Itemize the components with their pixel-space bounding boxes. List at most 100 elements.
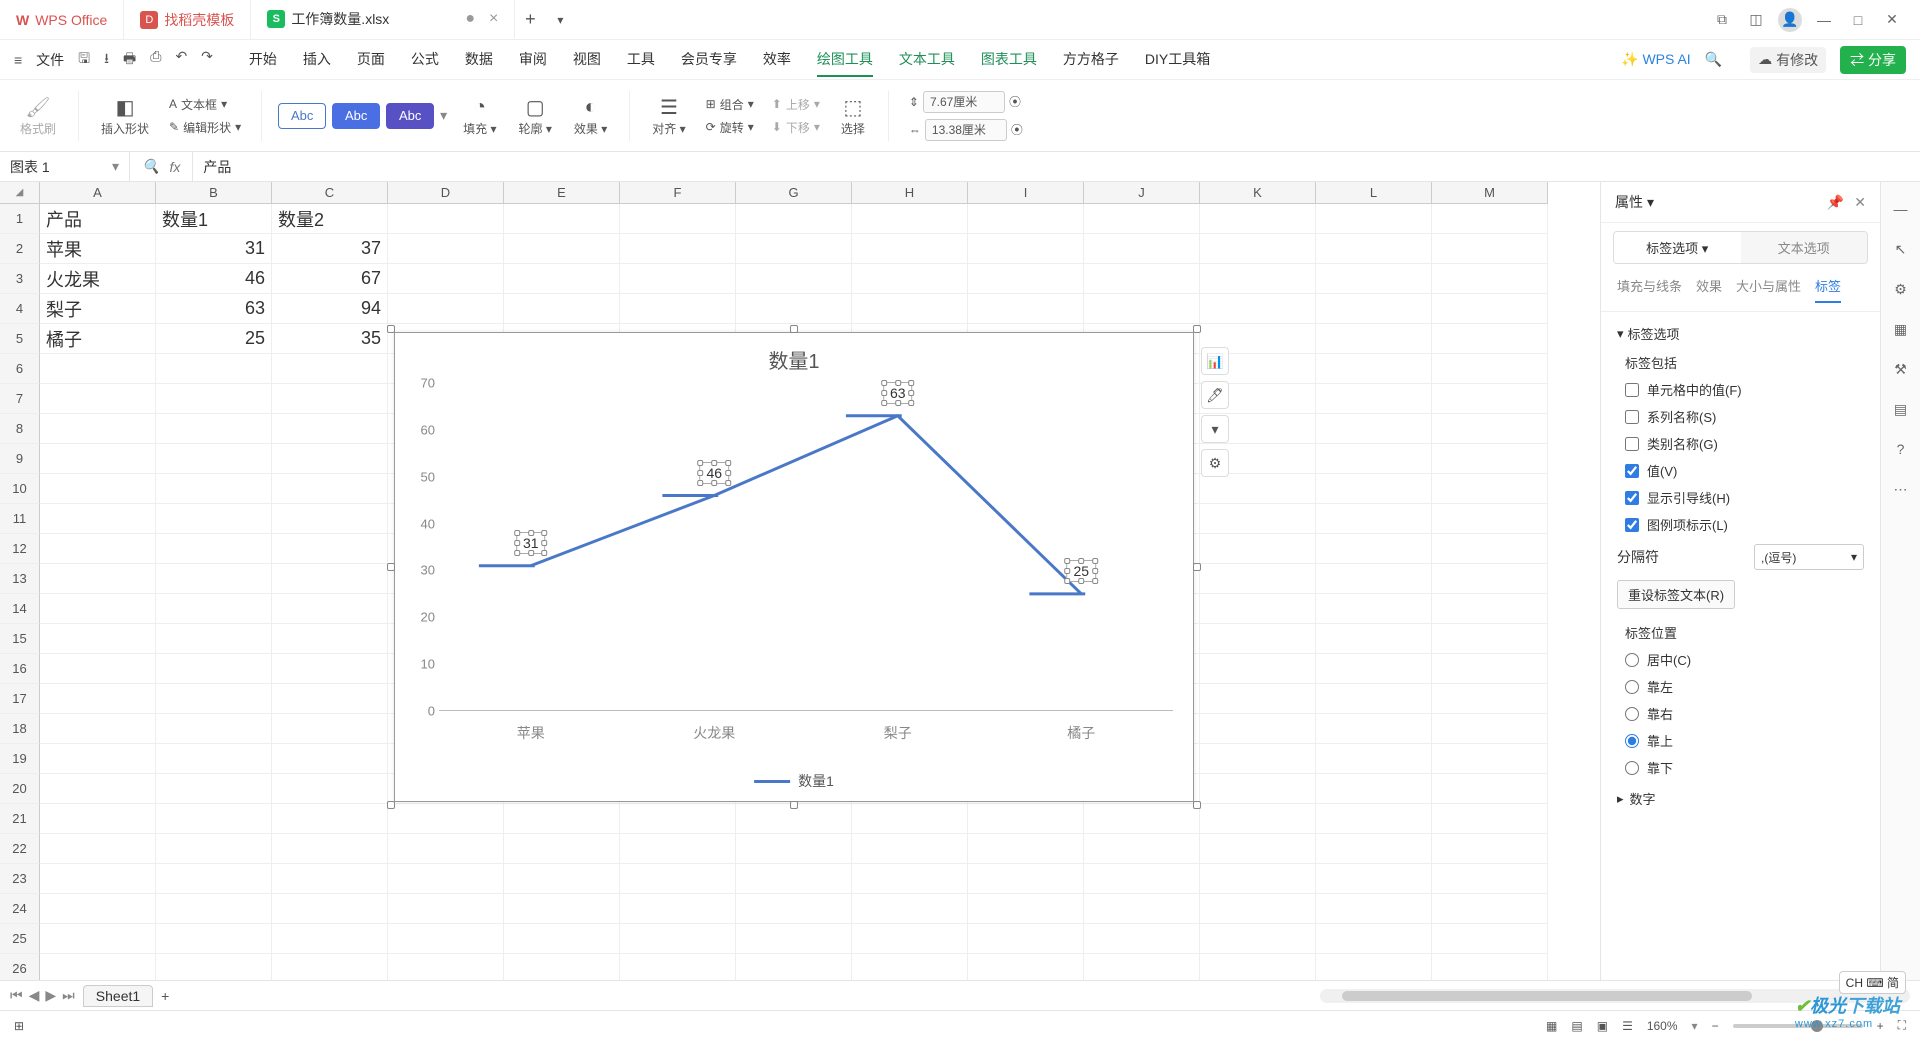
cell[interactable]: [272, 924, 388, 954]
cell[interactable]: [388, 204, 504, 234]
insert-shape-button[interactable]: ◧ 插入形状: [95, 94, 155, 137]
app-tab-wps[interactable]: W WPS Office: [0, 0, 124, 39]
cell[interactable]: [736, 954, 852, 980]
cell[interactable]: [1200, 714, 1316, 744]
cell[interactable]: [504, 894, 620, 924]
cell[interactable]: [1316, 594, 1432, 624]
cell[interactable]: [156, 684, 272, 714]
propnav-fill[interactable]: 填充与线条: [1617, 276, 1682, 303]
cell[interactable]: [1432, 264, 1548, 294]
tab-close-icon[interactable]: ×: [489, 10, 498, 28]
cell[interactable]: [388, 264, 504, 294]
search-icon[interactable]: 🔍: [1705, 51, 1722, 68]
cell[interactable]: [40, 864, 156, 894]
cell[interactable]: [272, 744, 388, 774]
cell[interactable]: [1200, 504, 1316, 534]
cell[interactable]: [388, 924, 504, 954]
cell[interactable]: 橘子: [40, 324, 156, 354]
cell[interactable]: [1316, 414, 1432, 444]
redo-icon[interactable]: ↷: [201, 48, 213, 72]
share-button[interactable]: ⇄ 分享: [1840, 46, 1906, 74]
cell[interactable]: [736, 894, 852, 924]
cell[interactable]: [156, 654, 272, 684]
cell[interactable]: 37: [272, 234, 388, 264]
section-number[interactable]: ▸ 数字: [1617, 789, 1864, 808]
data-label[interactable]: 46: [699, 462, 729, 484]
cell[interactable]: [504, 204, 620, 234]
tab-drawing-tools[interactable]: 绘图工具: [817, 43, 873, 77]
zoom-out-icon[interactable]: −: [1712, 1019, 1719, 1033]
cell[interactable]: [736, 204, 852, 234]
cell[interactable]: [1084, 804, 1200, 834]
cell[interactable]: [1432, 324, 1548, 354]
formula-input[interactable]: 产品: [193, 157, 1920, 177]
cell[interactable]: [156, 354, 272, 384]
cell[interactable]: [1200, 204, 1316, 234]
reset-label-text-button[interactable]: 重设标签文本(R): [1617, 580, 1735, 609]
cell[interactable]: [40, 444, 156, 474]
cell[interactable]: [156, 474, 272, 504]
col-header[interactable]: M: [1432, 182, 1548, 204]
cell[interactable]: [620, 924, 736, 954]
radio-center[interactable]: [1625, 653, 1639, 667]
view-readmode-icon[interactable]: ☰: [1622, 1019, 1633, 1033]
cell[interactable]: [1432, 654, 1548, 684]
cell[interactable]: [504, 834, 620, 864]
cell[interactable]: [272, 624, 388, 654]
cell[interactable]: 苹果: [40, 234, 156, 264]
cell[interactable]: [1200, 564, 1316, 594]
cell[interactable]: [1084, 894, 1200, 924]
cell[interactable]: [1432, 294, 1548, 324]
cell[interactable]: [1316, 714, 1432, 744]
tab-efficiency[interactable]: 效率: [763, 43, 791, 77]
cell[interactable]: [1316, 894, 1432, 924]
col-header[interactable]: H: [852, 182, 968, 204]
cell[interactable]: [620, 204, 736, 234]
close-icon[interactable]: ●: [465, 10, 475, 28]
cell[interactable]: [736, 234, 852, 264]
name-box[interactable]: 图表 1▾: [0, 152, 130, 181]
cell[interactable]: [504, 234, 620, 264]
cell[interactable]: [736, 864, 852, 894]
row-header[interactable]: 16: [0, 654, 40, 684]
cell[interactable]: [272, 714, 388, 744]
file-menu[interactable]: 文件: [36, 50, 64, 70]
cell[interactable]: [156, 714, 272, 744]
cell[interactable]: [1316, 384, 1432, 414]
cell[interactable]: [272, 804, 388, 834]
group-button[interactable]: ⊞ 组合 ▾: [702, 94, 758, 115]
row-header[interactable]: 15: [0, 624, 40, 654]
cell[interactable]: 46: [156, 264, 272, 294]
cell[interactable]: [1084, 864, 1200, 894]
radio-top[interactable]: [1625, 734, 1639, 748]
cell[interactable]: [968, 834, 1084, 864]
cell[interactable]: [1432, 444, 1548, 474]
cell[interactable]: [1084, 834, 1200, 864]
cell[interactable]: [1200, 294, 1316, 324]
radio-bottom[interactable]: [1625, 761, 1639, 775]
cell[interactable]: [1316, 624, 1432, 654]
cell[interactable]: [1316, 654, 1432, 684]
cell[interactable]: [852, 294, 968, 324]
cell[interactable]: [852, 234, 968, 264]
cell[interactable]: [156, 804, 272, 834]
cell[interactable]: [40, 534, 156, 564]
cell[interactable]: [968, 864, 1084, 894]
cell[interactable]: [968, 894, 1084, 924]
cell[interactable]: [272, 414, 388, 444]
cell[interactable]: [504, 294, 620, 324]
tab-text-tools[interactable]: 文本工具: [899, 43, 955, 77]
cell[interactable]: 25: [156, 324, 272, 354]
row-header[interactable]: 13: [0, 564, 40, 594]
cell[interactable]: [156, 564, 272, 594]
cell[interactable]: [1432, 684, 1548, 714]
cell[interactable]: [1316, 204, 1432, 234]
separator-select[interactable]: ,(逗号)▾: [1754, 544, 1864, 570]
cell[interactable]: [1316, 354, 1432, 384]
cell[interactable]: [1432, 234, 1548, 264]
align-button[interactable]: ☰对齐 ▾: [646, 94, 691, 137]
cell[interactable]: [852, 204, 968, 234]
rail-layers-icon[interactable]: ▦: [1890, 318, 1912, 340]
cell[interactable]: [1316, 744, 1432, 774]
cell[interactable]: [1084, 954, 1200, 980]
